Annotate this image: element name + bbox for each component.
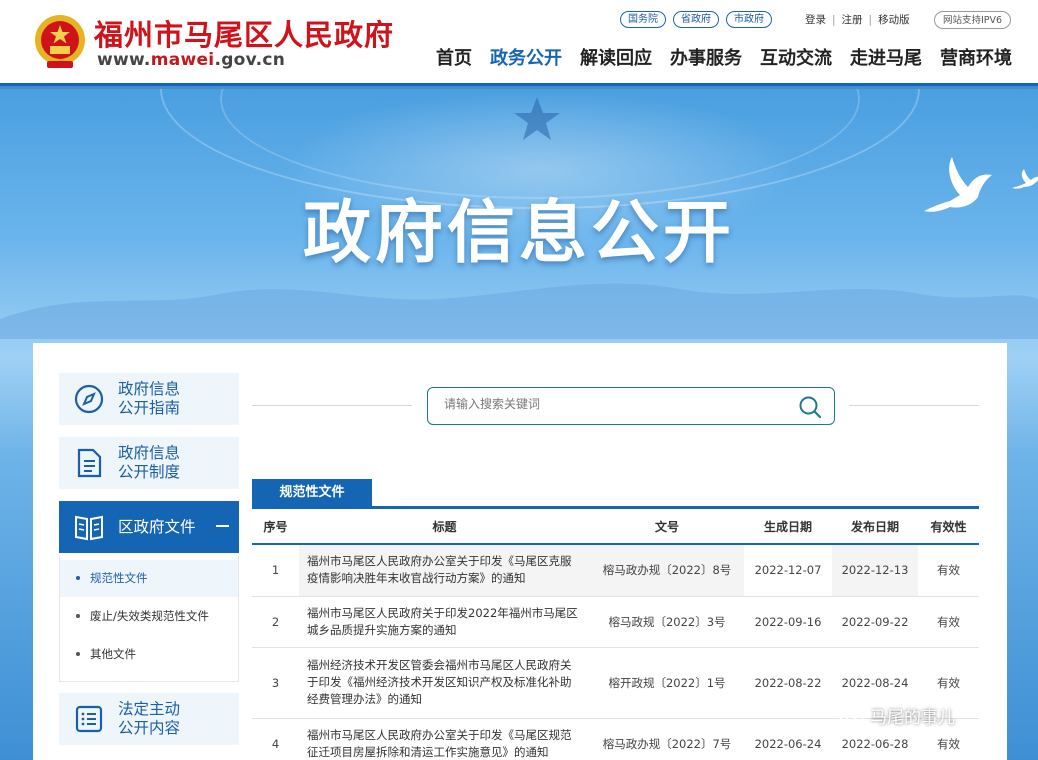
sidebar-item-label: 政府信息 公开指南 <box>118 380 181 417</box>
site-url[interactable]: www.mawei.gov.cn <box>97 50 285 70</box>
cell-title[interactable]: 福州市马尾区人民政府关于印发2022年福州市马尾区城乡品质提升实施方案的通知 <box>299 596 590 648</box>
divider <box>849 405 979 406</box>
table-row[interactable]: 2 福州市马尾区人民政府关于印发2022年福州市马尾区城乡品质提升实施方案的通知… <box>252 596 979 648</box>
cell-published: 2022-09-22 <box>832 596 918 648</box>
col-header-no: 序号 <box>252 509 299 545</box>
wechat-watermark: 马尾的事儿 <box>838 703 955 728</box>
link-state-council[interactable]: 国务院 <box>620 11 666 28</box>
mobile-link[interactable]: 移动版 <box>878 14 910 26</box>
col-header-validity: 有效性 <box>918 509 979 545</box>
col-header-created: 生成日期 <box>744 509 832 545</box>
col-header-doc-no: 文号 <box>590 509 744 545</box>
col-header-published: 发布日期 <box>832 509 918 545</box>
site-header: 福州市马尾区人民政府 www.mawei.gov.cn 国务院 省政府 市政府 … <box>0 0 1038 86</box>
cell-validity: 有效 <box>918 596 979 648</box>
nav-gov-affairs[interactable]: 政务公开 <box>490 44 562 70</box>
nav-business[interactable]: 营商环境 <box>940 44 1012 70</box>
main-nav: 首页 政务公开 解读回应 办事服务 互动交流 走进马尾 营商环境 <box>436 44 1012 70</box>
divider <box>252 405 412 406</box>
submenu-item-normative[interactable]: 规范性文件 <box>60 560 238 597</box>
dove-icon <box>924 157 992 212</box>
document-icon <box>74 448 104 478</box>
nav-interpretation[interactable]: 解读回应 <box>580 44 652 70</box>
cell-doc-no: 榕马政办规〔2022〕7号 <box>590 718 744 760</box>
watermark-text: 马尾的事儿 <box>870 708 955 728</box>
sidebar-item-label: 法定主动 公开内容 <box>118 700 181 737</box>
table-header-row: 序号 标题 文号 生成日期 发布日期 有效性 <box>252 509 979 545</box>
link-province[interactable]: 省政府 <box>673 11 719 28</box>
user-links: 登录 | 注册 | 移动版 <box>805 14 910 26</box>
submenu-item-other[interactable]: 其他文件 <box>60 636 238 673</box>
sidebar-submenu: 规范性文件 废止/失效类规范性文件 其他文件 <box>59 556 239 682</box>
url-domain: mawei <box>150 50 215 70</box>
cell-no: 3 <box>252 647 299 719</box>
link-city[interactable]: 市政府 <box>726 11 772 28</box>
cell-created: 2022-08-22 <box>744 647 832 719</box>
search-box <box>427 387 835 425</box>
national-emblem-icon <box>35 15 85 68</box>
nav-interaction[interactable]: 互动交流 <box>760 44 832 70</box>
sidebar-item-disclosure-guide[interactable]: 政府信息 公开指南 <box>59 373 239 425</box>
cell-no: 4 <box>252 718 299 760</box>
sidebar-item-district-documents[interactable]: 区政府文件 <box>59 501 239 553</box>
site-name[interactable]: 福州市马尾区人民政府 <box>94 12 394 54</box>
cell-validity: 有效 <box>918 544 979 597</box>
submenu-item-repealed[interactable]: 废止/失效类规范性文件 <box>60 598 238 635</box>
banner-title: 政府信息公开 <box>302 194 735 273</box>
cell-title[interactable]: 福州市马尾区人民政府办公室关于印发《马尾区克服疫情影响决胜年末收官战行动方案》的… <box>299 544 590 597</box>
collapse-icon[interactable] <box>216 525 229 527</box>
cell-created: 2022-12-07 <box>744 544 832 597</box>
table-row[interactable]: 1 福州市马尾区人民政府办公室关于印发《马尾区克服疫情影响决胜年末收官战行动方案… <box>252 544 979 597</box>
wechat-icon <box>838 705 864 726</box>
tab-normative-documents[interactable]: 规范性文件 <box>252 479 372 507</box>
search-input[interactable] <box>444 397 774 411</box>
sidebar-item-label: 政府信息 公开制度 <box>118 444 181 481</box>
cell-created: 2022-09-16 <box>744 596 832 648</box>
cell-title[interactable]: 福州经济技术开发区管委会福州市马尾区人民政府关于印发《福州经济技术开发区知识产权… <box>299 647 590 719</box>
search-icon[interactable] <box>798 395 822 419</box>
ipv6-badge: 网站支持IPV6 <box>934 11 1012 29</box>
url-suffix: .gov.cn <box>214 50 286 70</box>
cell-created: 2022-06-24 <box>744 718 832 760</box>
cell-published: 2022-12-13 <box>832 544 918 597</box>
top-links: 国务院 省政府 市政府 <box>620 11 772 28</box>
nav-about[interactable]: 走进马尾 <box>850 44 922 70</box>
sidebar-item-statutory-content[interactable]: 法定主动 公开内容 <box>59 693 239 745</box>
dove-icon-small <box>1012 169 1038 189</box>
cell-doc-no: 榕马政办规〔2022〕8号 <box>590 544 744 597</box>
book-icon <box>74 512 104 542</box>
sidebar-item-label: 区政府文件 <box>118 517 196 536</box>
cell-doc-no: 榕开政规〔2022〕1号 <box>590 647 744 719</box>
sidebar-item-disclosure-system[interactable]: 政府信息 公开制度 <box>59 437 239 489</box>
cell-title[interactable]: 福州市马尾区人民政府办公室关于印发《马尾区规范征迁项目房屋拆除和清运工作实施意见… <box>299 718 590 760</box>
register-link[interactable]: 注册 <box>842 14 863 26</box>
cell-no: 2 <box>252 596 299 648</box>
nav-home[interactable]: 首页 <box>436 44 472 70</box>
list-icon <box>74 704 104 734</box>
url-prefix: www. <box>97 50 151 70</box>
star-icon <box>514 97 560 140</box>
compass-icon <box>74 384 104 414</box>
login-link[interactable]: 登录 <box>805 14 826 26</box>
cell-no: 1 <box>252 544 299 597</box>
cell-doc-no: 榕马政规〔2022〕3号 <box>590 596 744 648</box>
col-header-title: 标题 <box>299 509 590 545</box>
nav-services[interactable]: 办事服务 <box>670 44 742 70</box>
content-card: 政府信息 公开指南 政府信息 公开制度 区政府文件 规范性文件 废止/失效类规范… <box>33 343 1007 760</box>
